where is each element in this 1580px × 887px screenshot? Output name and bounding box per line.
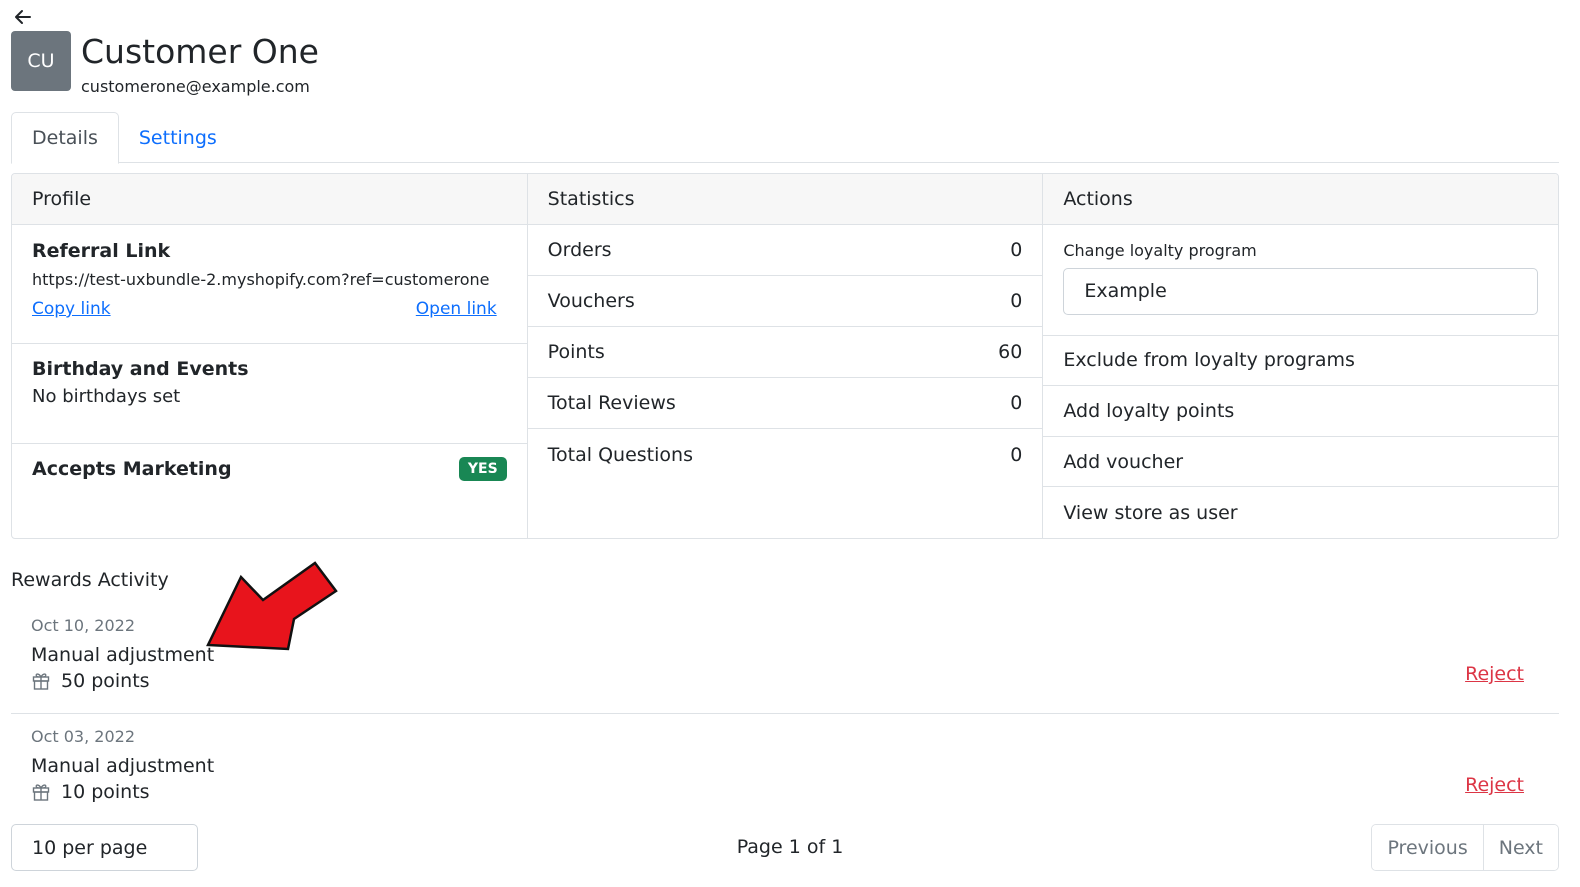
birthday-text: No birthdays set <box>32 386 181 407</box>
previous-button[interactable]: Previous <box>1372 825 1483 870</box>
copy-link[interactable]: Copy link <box>32 299 111 319</box>
statistics-card: Statistics Orders 0 Vouchers 0 Points 60… <box>527 174 1044 538</box>
view-store-as-user-action[interactable]: View store as user <box>1043 487 1558 538</box>
stat-row-total-reviews: Total Reviews 0 <box>527 378 1043 429</box>
stat-value: 0 <box>1010 392 1023 414</box>
points-amount: 10 points <box>61 781 150 803</box>
marketing-row: Accepts Marketing YES <box>32 457 507 481</box>
stat-value: 0 <box>1010 290 1023 312</box>
page-info: Page 1 of 1 <box>736 836 844 858</box>
gift-icon <box>32 673 50 690</box>
activity-date: Oct 03, 2022 <box>31 727 135 746</box>
loyalty-program-label: Change loyalty program <box>1063 240 1257 260</box>
points-amount: 50 points <box>61 670 150 692</box>
add-voucher-action[interactable]: Add voucher <box>1043 437 1558 488</box>
activity-divider <box>11 713 1559 714</box>
stat-value: 60 <box>998 341 1023 363</box>
loyalty-program-block: Change loyalty program Example <box>1043 225 1558 336</box>
loyalty-program-select[interactable]: Example <box>1063 267 1539 315</box>
profile-card-header: Profile <box>12 174 527 225</box>
stat-row-vouchers: Vouchers 0 <box>527 276 1043 327</box>
reject-button[interactable]: Reject <box>1465 774 1524 796</box>
stat-value: 0 <box>1010 239 1023 261</box>
open-link[interactable]: Open link <box>416 299 497 319</box>
activity-description: Manual adjustment <box>31 755 215 777</box>
birthday-title: Birthday and Events <box>32 358 249 380</box>
avatar: CU <box>11 31 71 91</box>
stat-label: Points <box>547 341 605 363</box>
stat-row-total-questions: Total Questions 0 <box>528 429 1043 480</box>
back-arrow-icon[interactable] <box>13 7 33 27</box>
tab-bar: Details Settings <box>11 112 1559 164</box>
actions-card: Actions Change loyalty program Example E… <box>1043 174 1558 538</box>
customer-email: customerone@example.com <box>81 77 310 96</box>
tab-settings[interactable]: Settings <box>119 112 237 163</box>
rewards-activity-title: Rewards Activity <box>11 569 169 591</box>
stat-row-orders: Orders 0 <box>527 225 1043 276</box>
marketing-section: Accepts Marketing YES <box>12 444 527 481</box>
next-button[interactable]: Next <box>1482 825 1558 870</box>
pager: Previous Next <box>1371 824 1559 871</box>
red-arrow-annotation-icon <box>206 561 338 651</box>
referral-links: Copy link Open link <box>32 299 507 319</box>
activity-points: 50 points <box>31 670 1539 692</box>
customer-info: Customer One customerone@example.com <box>81 31 319 98</box>
add-loyalty-points-action[interactable]: Add loyalty points <box>1043 386 1558 437</box>
statistics-card-header: Statistics <box>527 174 1043 225</box>
actions-card-header: Actions <box>1043 174 1558 225</box>
stat-label: Orders <box>547 239 612 261</box>
status-badge: YES <box>458 457 507 481</box>
customer-name: Customer One <box>81 32 319 71</box>
profile-card: Profile Referral Link https://test-uxbun… <box>12 174 528 538</box>
exclude-loyalty-action[interactable]: Exclude from loyalty programs <box>1043 336 1558 387</box>
customer-header: CU Customer One customerone@example.com <box>11 31 319 98</box>
gift-icon <box>32 784 50 801</box>
stat-label: Total Reviews <box>547 392 676 414</box>
referral-title: Referral Link <box>32 240 171 262</box>
birthday-section: Birthday and Events No birthdays set <box>12 344 527 444</box>
marketing-title: Accepts Marketing <box>32 458 232 480</box>
stat-row-points: Points 60 <box>527 327 1043 378</box>
reject-button[interactable]: Reject <box>1465 663 1524 685</box>
stat-label: Total Questions <box>547 443 693 466</box>
referral-url: https://test-uxbundle-2.myshopify.com?re… <box>32 270 490 289</box>
referral-section: Referral Link https://test-uxbundle-2.my… <box>12 225 527 344</box>
stat-label: Vouchers <box>547 290 635 312</box>
stat-value: 0 <box>1010 443 1023 466</box>
activity-points: 10 points <box>31 781 1539 803</box>
activity-item: Oct 03, 2022 Manual adjustment 10 points… <box>11 727 1559 803</box>
summary-cards: Profile Referral Link https://test-uxbun… <box>11 173 1559 539</box>
tab-details[interactable]: Details <box>11 112 119 164</box>
